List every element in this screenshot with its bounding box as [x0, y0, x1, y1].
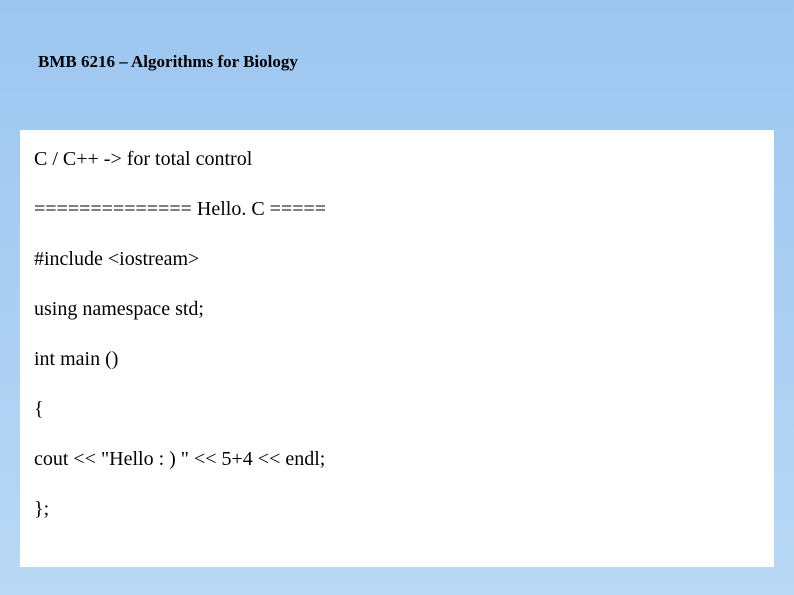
slide-header: BMB 6216 – Algorithms for Biology: [0, 0, 794, 72]
content-line: };: [34, 496, 760, 522]
content-line: using namespace std;: [34, 296, 760, 322]
content-line: C / C++ -> for total control: [34, 146, 760, 172]
content-line: ============== Hello. C =====: [34, 196, 760, 222]
slide-content-box: C / C++ -> for total control ===========…: [20, 130, 774, 567]
content-line: cout << "Hello : ) " << 5+4 << endl;: [34, 446, 760, 472]
course-title: BMB 6216 – Algorithms for Biology: [38, 52, 756, 72]
content-line: int main (): [34, 346, 760, 372]
content-line: #include <iostream>: [34, 246, 760, 272]
content-line: {: [34, 396, 760, 422]
